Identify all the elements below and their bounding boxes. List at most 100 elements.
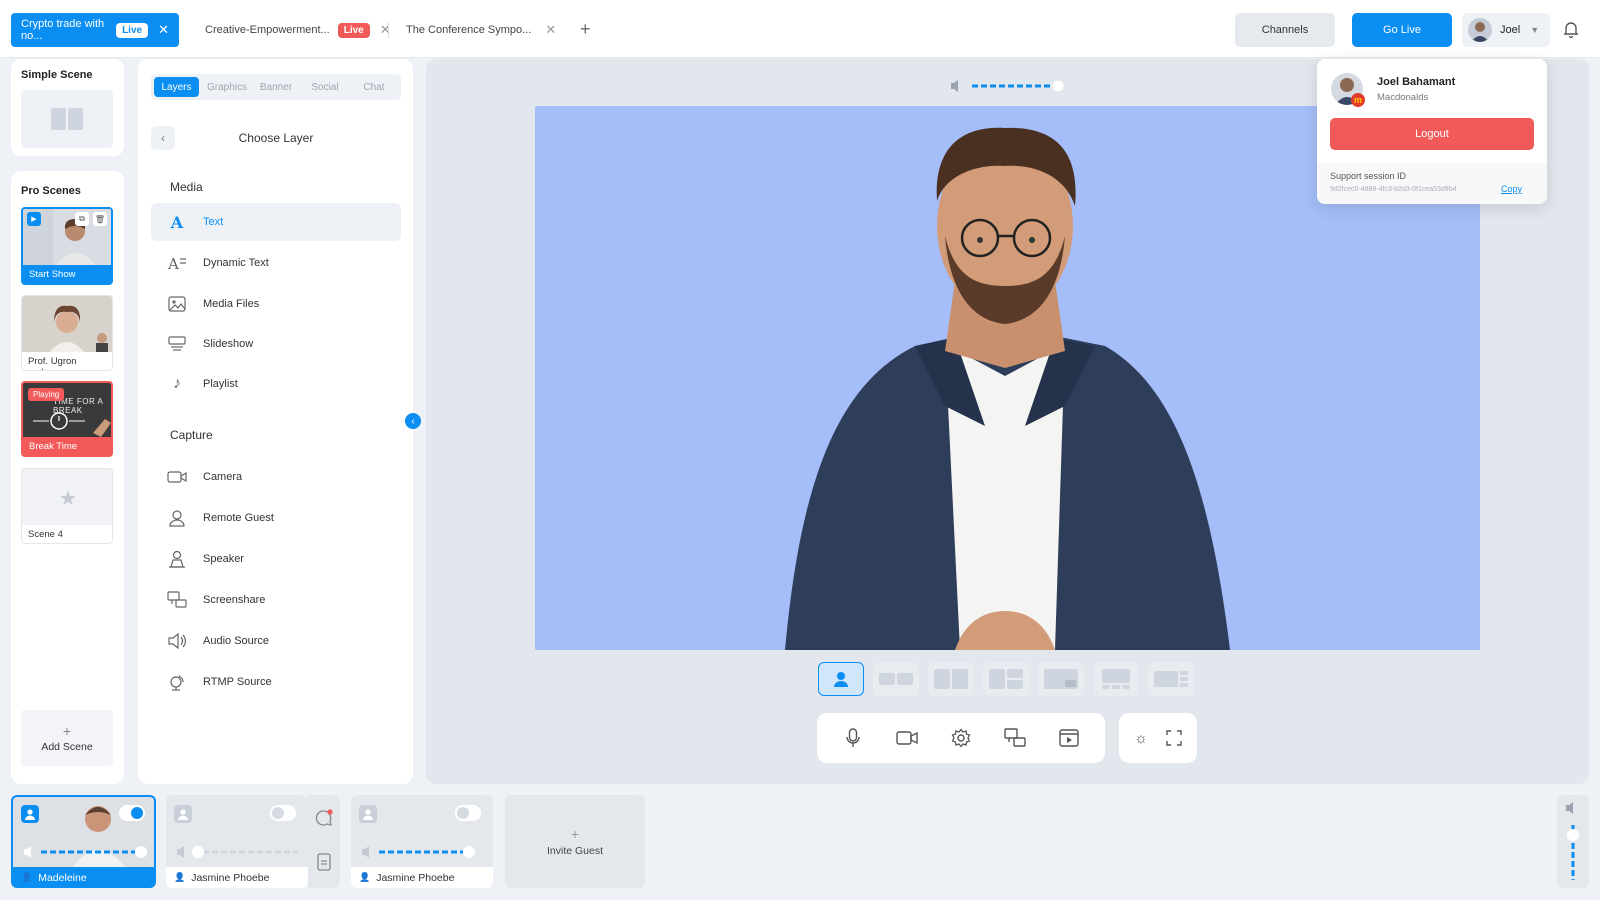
person-icon bbox=[21, 805, 39, 823]
bell-icon[interactable] bbox=[1563, 20, 1579, 38]
preview-volume-control[interactable] bbox=[950, 79, 1080, 93]
layout-side-by-side-button[interactable] bbox=[873, 662, 919, 696]
user-menu[interactable]: Joel ▼ bbox=[1462, 13, 1550, 47]
guest-tile-jasmine-1[interactable]: 👤 Jasmine Phoebe bbox=[166, 795, 308, 888]
layer-item-text[interactable]: A Text bbox=[151, 203, 401, 241]
scene-thumbnail bbox=[22, 296, 112, 354]
guest-actions bbox=[308, 795, 340, 888]
channels-button[interactable]: Channels bbox=[1235, 13, 1335, 47]
add-tab-icon[interactable]: + bbox=[580, 19, 591, 40]
screenshare-toggle-icon[interactable] bbox=[988, 713, 1042, 763]
tab-stream-2[interactable]: Creative-Empowerment... Live ✕ bbox=[195, 13, 401, 47]
scene-card-4[interactable]: ★ Scene 4 bbox=[21, 468, 113, 544]
tab-label: Creative-Empowerment... bbox=[205, 24, 330, 36]
person-icon bbox=[174, 805, 192, 823]
scene-card-start-show[interactable]: ▶ ⧉ 🗑 Start Show bbox=[21, 207, 113, 285]
playing-badge: Playing bbox=[28, 388, 65, 401]
layer-item-rtmp-source[interactable]: RTMP Source bbox=[151, 663, 401, 701]
layer-item-remote-guest[interactable]: Remote Guest bbox=[151, 499, 401, 537]
scene-label: Break Time bbox=[23, 437, 111, 455]
pro-scenes-title: Pro Scenes bbox=[21, 185, 81, 197]
mobile-device-icon[interactable] bbox=[317, 853, 331, 871]
microphone-icon[interactable] bbox=[826, 713, 880, 763]
user-avatar bbox=[1468, 18, 1492, 42]
layer-item-speaker[interactable]: Speaker bbox=[151, 540, 401, 578]
split-layout-icon bbox=[934, 669, 968, 689]
logout-button[interactable]: Logout bbox=[1330, 118, 1534, 150]
layout-sidebar-button[interactable] bbox=[1148, 662, 1194, 696]
collapse-panel-button[interactable]: ‹ bbox=[405, 413, 421, 429]
svg-text:A: A bbox=[167, 255, 179, 272]
sidebar-layout-icon bbox=[1154, 671, 1188, 687]
layout-split-button[interactable] bbox=[928, 662, 974, 696]
session-id: 9d2fcec0-4888-4fc3-b2d3-0f1cea53d9b4 bbox=[1330, 186, 1457, 193]
copy-link[interactable]: Copy bbox=[1501, 184, 1522, 194]
simple-scene-thumb[interactable] bbox=[21, 90, 113, 148]
layer-item-playlist[interactable]: ♪ Playlist bbox=[151, 365, 401, 403]
scene-card-prof[interactable]: Prof. Ugron melo... bbox=[21, 295, 113, 371]
layer-item-media-files[interactable]: Media Files bbox=[151, 285, 401, 323]
layer-item-dynamic-text[interactable]: A Dynamic Text bbox=[151, 244, 401, 282]
layout-pip-button[interactable] bbox=[1038, 662, 1084, 696]
close-icon[interactable]: ✕ bbox=[380, 22, 391, 38]
audio-source-icon bbox=[167, 631, 187, 651]
layer-item-label: Speaker bbox=[203, 553, 244, 565]
tab-stream-1[interactable]: Crypto trade with no... Live ✕ bbox=[11, 13, 179, 47]
profile-org: Macdonalds bbox=[1377, 92, 1429, 103]
live-badge: Live bbox=[116, 22, 149, 38]
duplicate-icon[interactable]: ⧉ bbox=[75, 212, 89, 226]
guest-volume-slider[interactable] bbox=[361, 845, 486, 859]
guest-tile-madeleine[interactable]: 👤 Madeleine bbox=[11, 795, 156, 888]
tab-label: The Conference Sympo... bbox=[406, 24, 532, 36]
layer-item-label: Text bbox=[203, 216, 224, 228]
tab-banner[interactable]: Banner bbox=[253, 77, 299, 97]
close-icon[interactable]: ✕ bbox=[158, 22, 169, 38]
master-volume-control[interactable] bbox=[1557, 795, 1589, 888]
layout-grid-button[interactable] bbox=[983, 662, 1029, 696]
tab-graphics[interactable]: Graphics bbox=[204, 77, 250, 97]
layer-item-screenshare[interactable]: Screenshare bbox=[151, 581, 401, 619]
close-icon[interactable]: ✕ bbox=[545, 22, 556, 38]
tab-stream-3[interactable]: The Conference Sympo... ✕ bbox=[396, 13, 566, 47]
layer-item-label: Camera bbox=[203, 471, 243, 483]
tab-layers[interactable]: Layers bbox=[154, 77, 199, 97]
tab-social[interactable]: Social bbox=[302, 77, 348, 97]
layer-item-camera[interactable]: Camera bbox=[151, 458, 401, 496]
play-icon[interactable]: ▶ bbox=[27, 212, 41, 226]
tab-chat[interactable]: Chat bbox=[351, 77, 397, 97]
guest-toggle[interactable] bbox=[270, 805, 296, 821]
tab-divider bbox=[388, 22, 389, 38]
layer-item-slideshow[interactable]: Slideshow bbox=[151, 325, 401, 363]
add-scene-button[interactable]: + Add Scene bbox=[21, 710, 113, 766]
guest-volume-slider[interactable] bbox=[176, 845, 301, 859]
guest-volume-slider[interactable] bbox=[23, 845, 148, 859]
guest-tile-jasmine-2[interactable]: 👤 Jasmine Phoebe bbox=[351, 795, 493, 888]
person-icon bbox=[834, 672, 848, 687]
chat-notification-icon[interactable] bbox=[315, 809, 333, 827]
trash-icon[interactable]: 🗑 bbox=[93, 212, 107, 226]
guest-toggle[interactable] bbox=[455, 805, 481, 821]
invite-guest-button[interactable]: + Invite Guest bbox=[505, 795, 645, 888]
star-icon: ★ bbox=[59, 487, 77, 510]
remote-guest-icon bbox=[167, 508, 187, 528]
scene-card-break-time[interactable]: TIME FOR A BREAK Playing Break Time bbox=[21, 381, 113, 457]
media-player-icon[interactable] bbox=[1042, 713, 1096, 763]
settings-gear-icon[interactable] bbox=[934, 713, 988, 763]
session-label: Support session ID bbox=[1330, 171, 1407, 181]
profile-name: Joel Bahamant bbox=[1377, 76, 1456, 88]
tab-label: Crypto trade with no... bbox=[21, 18, 105, 42]
fullscreen-icon[interactable] bbox=[1166, 730, 1182, 746]
guest-toggle[interactable] bbox=[119, 805, 145, 821]
volume-icon bbox=[24, 846, 31, 858]
guest-name: Jasmine Phoebe bbox=[191, 871, 270, 884]
camera-toggle-icon[interactable] bbox=[880, 713, 934, 763]
brightness-icon[interactable]: ☼ bbox=[1134, 730, 1148, 747]
layout-single-button[interactable] bbox=[818, 662, 864, 696]
layout-banner-button[interactable] bbox=[1093, 662, 1139, 696]
music-note-icon: ♪ bbox=[173, 375, 181, 392]
go-live-button[interactable]: Go Live bbox=[1352, 13, 1452, 47]
guest-name: Jasmine Phoebe bbox=[376, 871, 455, 884]
layer-item-audio-source[interactable]: Audio Source bbox=[151, 622, 401, 660]
rtmp-icon bbox=[167, 672, 187, 692]
chevron-down-icon: ▼ bbox=[1530, 25, 1540, 35]
